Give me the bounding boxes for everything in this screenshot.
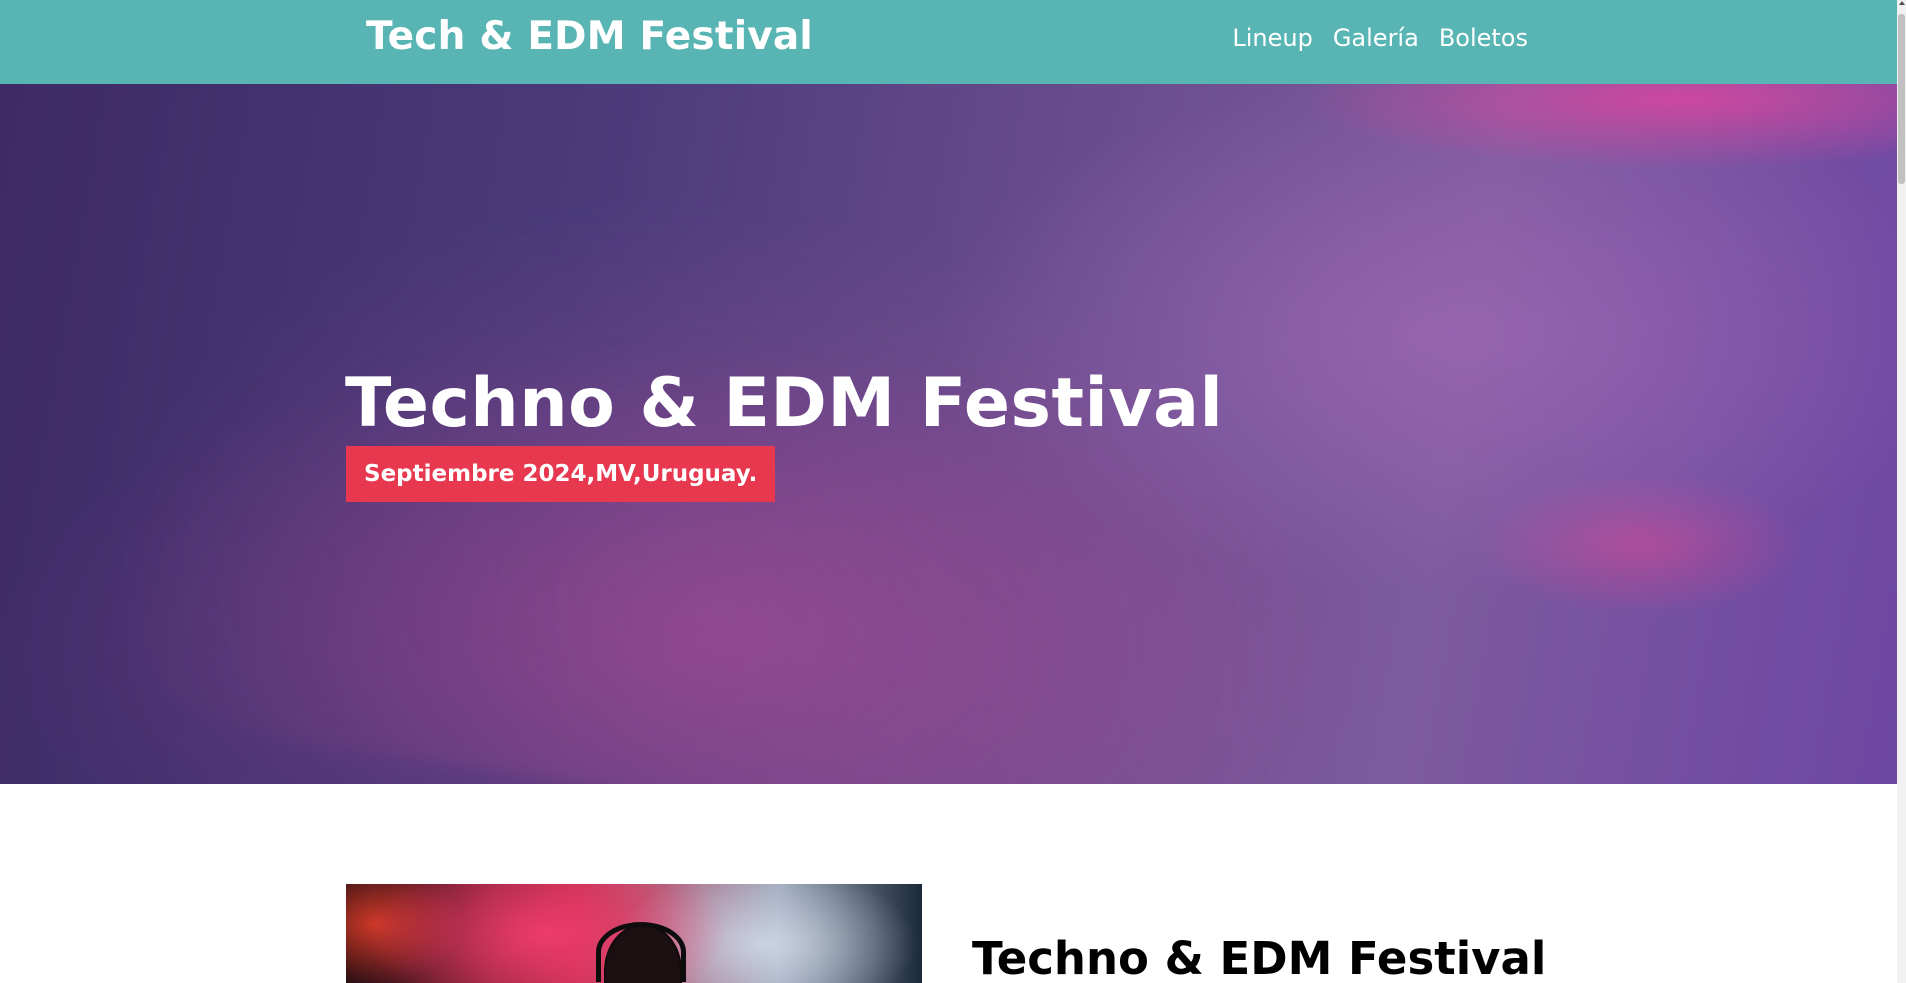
scroll-up-arrow-icon[interactable] (1899, 1, 1905, 5)
hero-banner: Techno & EDM Festival Septiembre 2024,MV… (0, 84, 1897, 784)
hero-title: Techno & EDM Festival (345, 364, 1224, 443)
headphones-shape (596, 922, 686, 982)
nav-link-lineup[interactable]: Lineup (1232, 24, 1312, 52)
scrollbar-thumb[interactable] (1898, 14, 1905, 184)
site-header: Tech & EDM Festival Lineup Galería Bolet… (0, 0, 1897, 84)
vertical-scrollbar[interactable] (1897, 0, 1906, 983)
nav-link-galeria[interactable]: Galería (1333, 24, 1419, 52)
section-title: Techno & EDM Festival (972, 932, 1547, 983)
nav-link-boletos[interactable]: Boletos (1439, 24, 1528, 52)
main-nav: Lineup Galería Boletos (1232, 24, 1528, 52)
hero-date-badge: Septiembre 2024,MV,Uruguay. (346, 446, 776, 502)
brand-logo-link[interactable]: Tech & EDM Festival (366, 14, 813, 59)
festival-dj-image (346, 884, 922, 983)
page: Tech & EDM Festival Lineup Galería Bolet… (0, 0, 1906, 983)
